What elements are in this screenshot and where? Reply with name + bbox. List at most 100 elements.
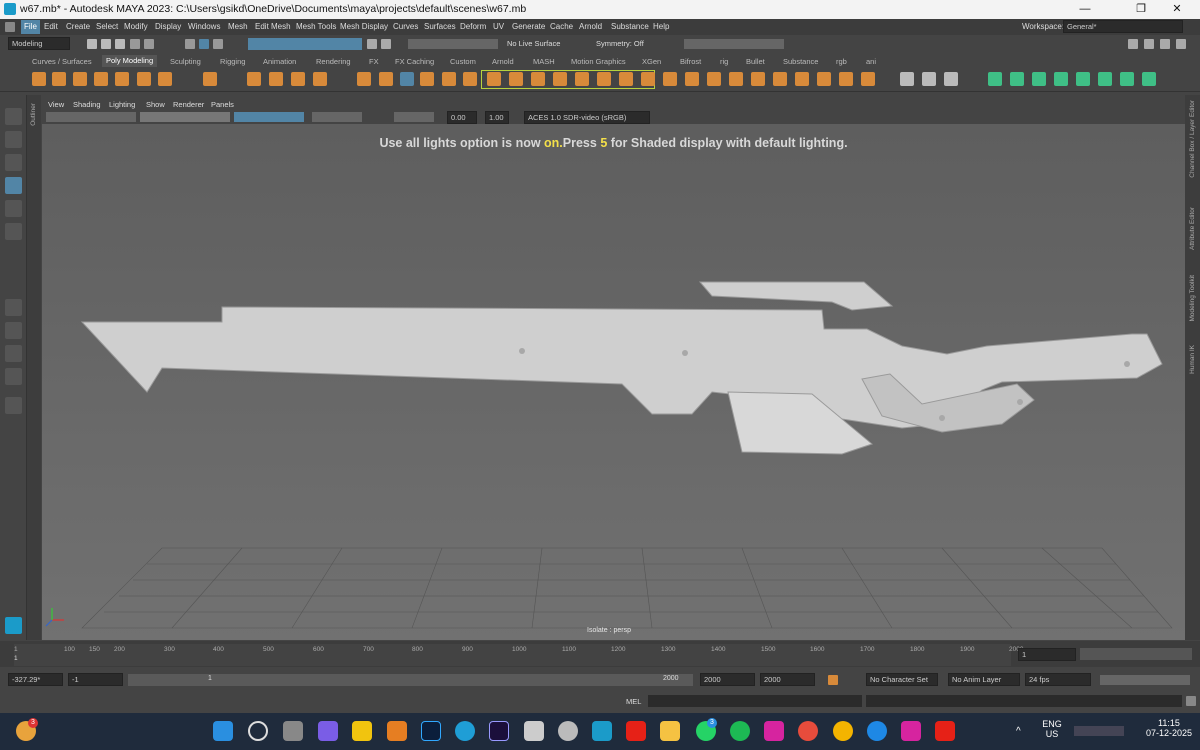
shelf-tab-mash[interactable]: MASH: [533, 57, 555, 66]
svg-tool-icon[interactable]: [313, 72, 327, 86]
panel-menu-panels[interactable]: Panels: [211, 100, 234, 109]
menu-arnold[interactable]: Arnold: [579, 22, 602, 31]
human-ik-tab[interactable]: Human IK: [1189, 345, 1196, 374]
photoshop-icon[interactable]: [421, 721, 441, 741]
select-components-icon[interactable]: [213, 39, 223, 49]
sweep-mesh-icon[interactable]: [269, 72, 283, 86]
uv-editor-icon[interactable]: [922, 72, 936, 86]
panel-menu-shading[interactable]: Shading: [73, 100, 101, 109]
time-ruler[interactable]: 1 100 150 200 300 400 500 600 700 800 90…: [14, 644, 1023, 666]
shelf-tab-animation[interactable]: Animation: [263, 57, 296, 66]
start-icon[interactable]: [213, 721, 233, 741]
tool-settings-toggle-icon[interactable]: [1176, 39, 1186, 49]
start-time-field[interactable]: -1: [68, 673, 123, 686]
menu-mesh[interactable]: Mesh: [228, 22, 248, 31]
extrude-icon[interactable]: [487, 72, 501, 86]
menu-select[interactable]: Select: [96, 22, 118, 31]
poly-cone-icon[interactable]: [94, 72, 108, 86]
shelf-tab-motion-graphics[interactable]: Motion Graphics: [571, 57, 626, 66]
shelf-tab-sculpting[interactable]: Sculpting: [170, 57, 201, 66]
channel-box-toggle-icon[interactable]: [1144, 39, 1154, 49]
shelf-tab-custom[interactable]: Custom: [450, 57, 476, 66]
panel-menu-renderer[interactable]: Renderer: [173, 100, 204, 109]
color-space-dropdown[interactable]: ACES 1.0 SDR-video (sRGB): [524, 111, 650, 124]
copilot-icon[interactable]: [318, 721, 338, 741]
menu-set-dropdown[interactable]: Modeling: [8, 37, 70, 50]
range-inner-start[interactable]: 1: [208, 675, 212, 682]
redo-icon[interactable]: [144, 39, 154, 49]
file-explorer-icon[interactable]: [660, 721, 680, 741]
menu-substance[interactable]: Substance: [611, 22, 649, 31]
panel-menu-view[interactable]: View: [48, 100, 64, 109]
move-tool-icon[interactable]: [5, 177, 22, 194]
menu-edit[interactable]: Edit: [44, 22, 58, 31]
save-scene-icon[interactable]: [115, 39, 125, 49]
attribute-editor-tab[interactable]: Attribute Editor: [1189, 207, 1196, 250]
planar-map-icon[interactable]: [944, 72, 958, 86]
two-panel-layout-icon[interactable]: [5, 345, 22, 362]
exposure-field[interactable]: 0.00: [447, 111, 477, 124]
shelf-tab-curves[interactable]: Curves / Surfaces: [32, 57, 92, 66]
menu-cache[interactable]: Cache: [550, 22, 573, 31]
paint-select-tool-icon[interactable]: [5, 154, 22, 171]
camera-tools-icons[interactable]: [46, 112, 136, 122]
render-icons[interactable]: [684, 39, 784, 49]
cut-uv-icon[interactable]: [1032, 72, 1046, 86]
boolean-icon[interactable]: [400, 72, 414, 86]
app-link-icon[interactable]: [524, 721, 544, 741]
search-taskbar-icon[interactable]: [248, 721, 268, 741]
symmetry-label[interactable]: Symmetry: Off: [596, 39, 644, 48]
chamfer-icon[interactable]: [861, 72, 875, 86]
layout-icon[interactable]: [1010, 72, 1024, 86]
toggle-panel-icon[interactable]: [1128, 39, 1138, 49]
target-weld-icon[interactable]: [619, 72, 633, 86]
workspace-dropdown[interactable]: General*: [1063, 20, 1183, 33]
viewport-persp[interactable]: Use all lights option is now on.Press 5 …: [42, 124, 1185, 640]
menu-generate[interactable]: Generate: [512, 22, 545, 31]
insert-edge-loop-icon[interactable]: [663, 72, 677, 86]
maya-taskbar-icon[interactable]: [592, 721, 612, 741]
bridge-icon[interactable]: [509, 72, 523, 86]
after-effects-icon[interactable]: [489, 721, 509, 741]
playback-end-field[interactable]: 2000: [760, 673, 815, 686]
menu-mesh-display[interactable]: Mesh Display: [340, 22, 388, 31]
scale-tool-icon[interactable]: [5, 223, 22, 240]
poly-cube-icon[interactable]: [52, 72, 66, 86]
display-mode-icons[interactable]: [140, 112, 230, 122]
collapse-icon[interactable]: [729, 72, 743, 86]
close-button[interactable]: ✕: [1154, 0, 1200, 19]
youtube-icon[interactable]: [626, 721, 646, 741]
shelf-tab-poly-modeling[interactable]: Poly Modeling: [102, 55, 158, 67]
paint-select-icon[interactable]: [900, 72, 914, 86]
straighten-uv-icon[interactable]: [1120, 72, 1134, 86]
wifi-volume-battery-icons[interactable]: [1074, 726, 1124, 736]
menu-surfaces[interactable]: Surfaces: [424, 22, 456, 31]
sticky-notes-icon[interactable]: [352, 721, 372, 741]
task-view-icon[interactable]: [283, 721, 303, 741]
shelf-tab-rgb[interactable]: rgb: [836, 57, 847, 66]
bevel-icon[interactable]: [531, 72, 545, 86]
fps-dropdown[interactable]: 24 fps: [1025, 673, 1091, 686]
menu-mesh-tools[interactable]: Mesh Tools: [296, 22, 336, 31]
menu-windows[interactable]: Windows: [188, 22, 220, 31]
menu-edit-mesh[interactable]: Edit Mesh: [255, 22, 291, 31]
select-tool-icon[interactable]: [5, 108, 22, 125]
shelf-tab-bifrost[interactable]: Bifrost: [680, 57, 701, 66]
clock[interactable]: 11:15 07-12-2025: [1146, 718, 1192, 738]
spotify-icon[interactable]: [730, 721, 750, 741]
chrome-icon[interactable]: [833, 721, 853, 741]
edge-icon[interactable]: [455, 721, 475, 741]
mirror-icon[interactable]: [463, 72, 477, 86]
open-scene-icon[interactable]: [101, 39, 111, 49]
shelf-tab-rendering[interactable]: Rendering: [316, 57, 351, 66]
command-language-label[interactable]: MEL: [626, 697, 641, 706]
tray-chevron-icon[interactable]: ^: [1016, 726, 1021, 737]
shelf-tab-xgen[interactable]: XGen: [642, 57, 661, 66]
platonic-solid-icon[interactable]: [203, 72, 217, 86]
shelf-tab-fx[interactable]: FX: [369, 57, 379, 66]
separate-icon[interactable]: [379, 72, 393, 86]
select-objects-icon[interactable]: [199, 39, 209, 49]
playback-controls[interactable]: [1080, 648, 1192, 660]
poly-torus-icon[interactable]: [115, 72, 129, 86]
single-perspective-layout-icon[interactable]: [5, 299, 22, 316]
